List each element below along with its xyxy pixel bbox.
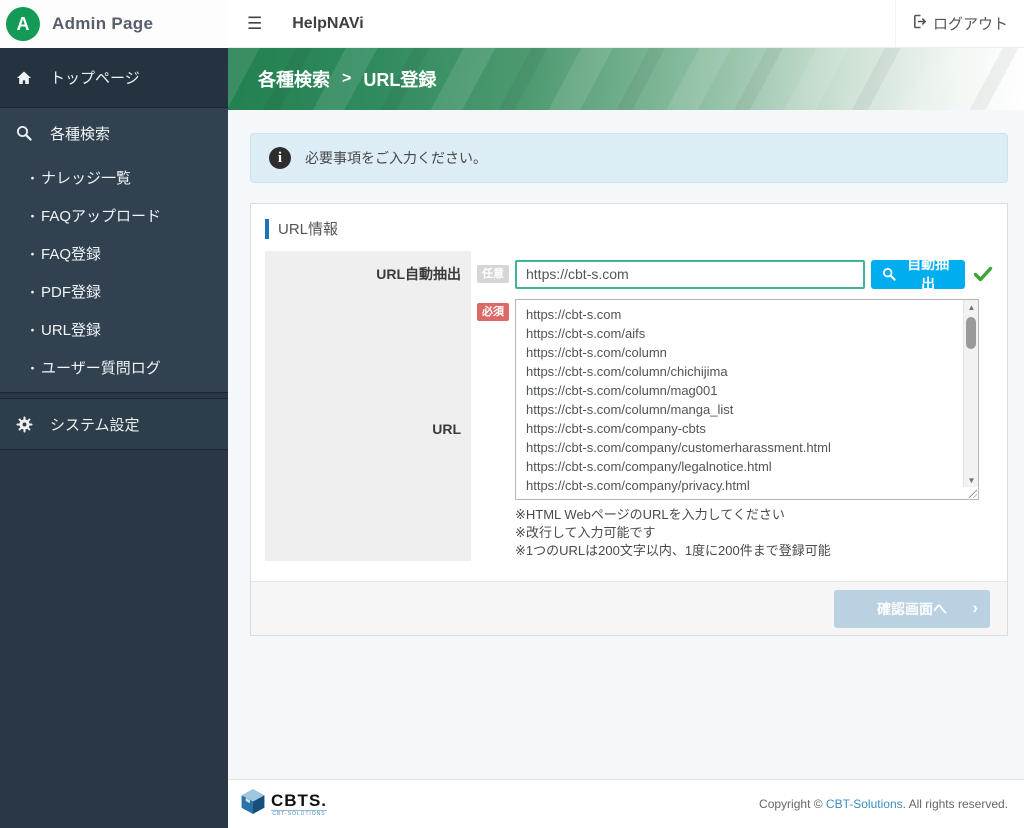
url-info-panel: URL情報 URL自動抽出 任意 自動抽出 <box>250 203 1008 636</box>
sidebar-section-search: 各種検索 ・ナレッジ一覧 ・ FAQアップロード ・ FAQ登録 ・ PDF登録 ・ U… <box>0 108 228 393</box>
sidebar-item-label: FAQ登録 <box>41 245 102 263</box>
sidebar-item-label: URL登録 <box>41 321 102 339</box>
url-notes: ※HTML WebページのURLを入力してください ※改行して入力可能です ※1… <box>515 506 1024 560</box>
app-title: HelpNAVi <box>292 14 364 32</box>
scrollbar-down-arrow-icon[interactable]: ▼ <box>964 473 979 487</box>
sidebar-item-top-page[interactable]: トップページ <box>0 48 228 108</box>
search-icon <box>15 125 33 141</box>
breadcrumb: 各種検索 > URL登録 <box>228 48 1024 110</box>
copyright-suffix: . All rights reserved. <box>902 797 1008 811</box>
bullet: ・ <box>26 322 40 338</box>
scrollbar-up-arrow-icon[interactable]: ▲ <box>964 300 979 314</box>
note-line: ※改行して入力可能です <box>515 525 656 540</box>
top-bar: ☰ HelpNAVi ログアウト <box>228 0 1024 48</box>
sidebar-submenu: ・ナレッジ一覧 ・ FAQアップロード ・ FAQ登録 ・ PDF登録 ・ URL登録 … <box>0 158 228 386</box>
logout-label: ログアウト <box>932 16 1008 33</box>
sidebar-item-label: ナレッジ一覧 <box>41 169 132 187</box>
page-footer: CBTS. CBT-SOLUTIONS Copyright © CBT-Solu… <box>228 779 1024 828</box>
brand-logo[interactable]: A Admin Page <box>0 0 228 48</box>
cbts-logo: CBTS. CBT-SOLUTIONS <box>240 788 327 820</box>
cbts-cube-icon <box>240 788 266 820</box>
sidebar-item-faq-upload[interactable]: ・ FAQアップロード <box>0 196 228 234</box>
auto-extract-url-input[interactable] <box>515 259 866 289</box>
brand-avatar-icon: A <box>6 7 40 41</box>
required-badge: 必須 <box>477 303 509 322</box>
auto-extract-button[interactable]: 自動抽出 <box>871 256 965 292</box>
success-check-icon <box>973 265 993 283</box>
chevron-right-icon: › <box>972 597 978 617</box>
brand-title: Admin Page <box>52 14 154 33</box>
copyright-prefix: Copyright © <box>759 797 826 811</box>
sidebar-item-pdf-register[interactable]: ・ PDF登録 <box>0 272 228 310</box>
form-row-url: URL 必須 ▲ ▼ ※HTML Webページの <box>265 297 993 561</box>
sidebar-item-search[interactable]: 各種検索 <box>0 108 228 158</box>
textarea-scrollbar[interactable]: ▲ ▼ <box>963 300 978 487</box>
scrollbar-thumb[interactable] <box>966 317 976 349</box>
sidebar-item-user-question-log[interactable]: ・ユーザー質問ログ <box>0 348 228 386</box>
app-root: A Admin Page トップページ 各種検索 ・ナレッジ一覧 ・ FAQアップ… <box>0 0 1024 828</box>
cbts-logo-text: CBTS. <box>271 790 327 810</box>
breadcrumb-current: URL登録 <box>363 70 437 90</box>
confirm-screen-button-label: 確認画面へ <box>877 600 947 617</box>
sidebar-item-label: システム設定 <box>50 416 140 434</box>
url-label: URL <box>265 297 471 561</box>
panel-title: URL情報 <box>265 218 993 239</box>
copyright: Copyright © CBT-Solutions. All rights re… <box>759 797 1008 811</box>
bullet: ・ <box>26 246 40 262</box>
panel-title-text: URL情報 <box>278 221 339 238</box>
confirm-screen-button[interactable]: 確認画面へ › <box>834 589 990 628</box>
logout-icon <box>910 14 927 33</box>
logout-button[interactable]: ログアウト <box>894 0 1024 47</box>
info-icon: i <box>269 147 291 169</box>
title-accent-bar <box>265 218 269 239</box>
main-content: i 必要事項をご入力ください。 URL情報 URL自動抽出 任意 https:/… <box>228 110 1024 779</box>
panel-footer: 確認画面へ › <box>251 581 1007 635</box>
home-icon <box>15 70 33 86</box>
bullet: ・ <box>26 170 40 186</box>
auto-extract-button-label: 自動抽出 <box>907 256 950 292</box>
sidebar: A Admin Page トップページ 各種検索 ・ナレッジ一覧 ・ FAQアップ… <box>0 0 228 828</box>
bullet: ・ <box>26 284 40 300</box>
hamburger-menu-icon[interactable]: ☰ <box>241 11 268 36</box>
info-alert: i 必要事項をご入力ください。 <box>250 133 1008 183</box>
sidebar-item-url-register[interactable]: ・ URL登録 <box>0 310 228 348</box>
sidebar-item-label: ユーザー質問ログ <box>41 359 161 377</box>
sidebar-item-system-settings[interactable]: システム設定 <box>0 398 228 450</box>
note-line: ※HTML WebページのURLを入力してください <box>515 507 785 522</box>
sidebar-item-faq-register[interactable]: ・ FAQ登録 <box>0 234 228 272</box>
form-row-auto-extract: URL自動抽出 任意 自動抽出 <box>265 251 993 297</box>
bullet: ・ <box>26 208 40 224</box>
auto-extract-label: URL自動抽出 <box>265 251 471 297</box>
note-line: ※1つのURLは200文字以内、1度に200件まで登録可能 <box>515 543 831 558</box>
cbt-solutions-link[interactable]: CBT-Solutions <box>826 797 903 811</box>
breadcrumb-parent: 各種検索 <box>258 70 330 90</box>
cbts-logo-subtext: CBT-SOLUTIONS <box>271 809 327 817</box>
search-icon <box>882 267 896 281</box>
sidebar-item-label: 各種検索 <box>50 125 111 143</box>
breadcrumb-separator-icon: > <box>342 70 352 87</box>
sidebar-item-label: トップページ <box>50 70 140 87</box>
alert-message: 必要事項をご入力ください。 <box>305 150 487 166</box>
gear-icon <box>15 416 33 433</box>
sidebar-item-label: FAQアップロード <box>41 207 162 225</box>
url-textarea[interactable] <box>515 299 979 500</box>
optional-badge: 任意 <box>477 264 509 284</box>
bullet: ・ <box>26 360 40 376</box>
sidebar-item-knowledge-list[interactable]: ・ナレッジ一覧 <box>0 158 228 196</box>
sidebar-item-label: PDF登録 <box>41 283 102 301</box>
